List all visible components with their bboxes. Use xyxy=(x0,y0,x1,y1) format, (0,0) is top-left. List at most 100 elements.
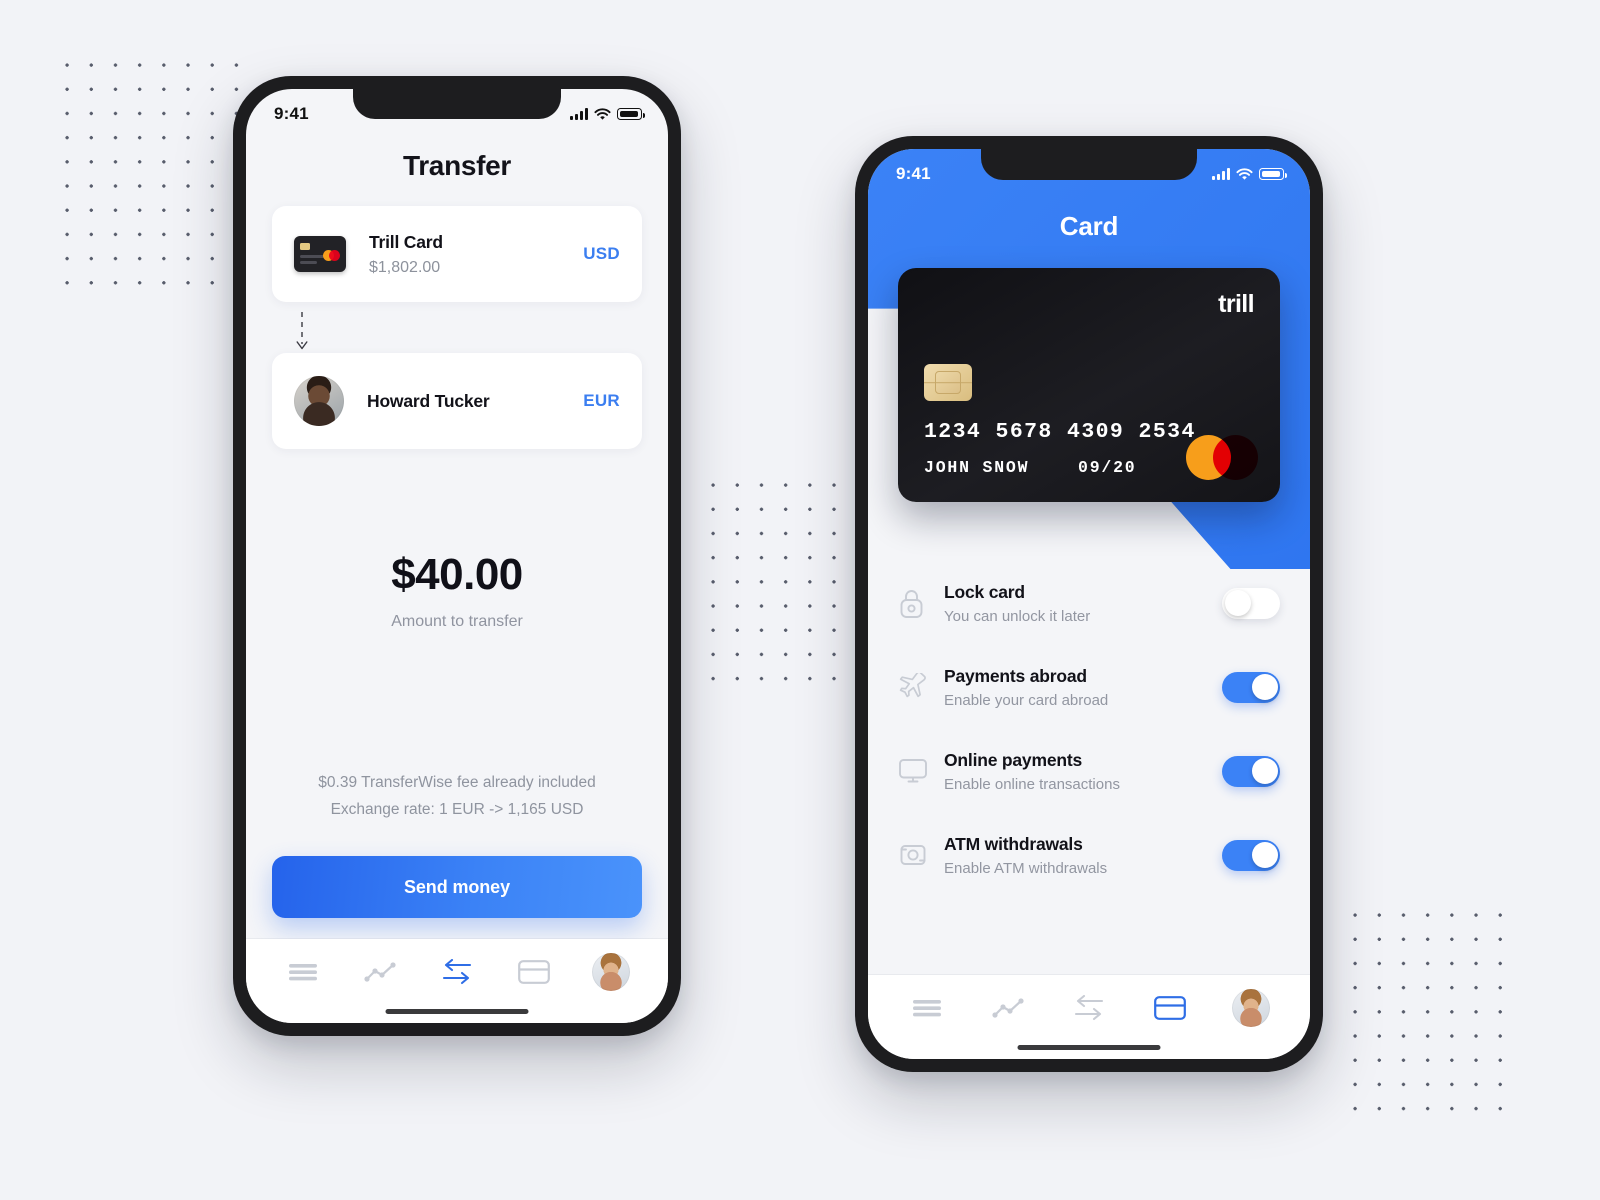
card-brand-logo: trill xyxy=(1218,290,1255,318)
background-dots-top-left xyxy=(52,50,248,294)
status-bar: 9:41 xyxy=(868,149,1310,193)
recipient-name: Howard Tucker xyxy=(367,390,490,411)
send-money-button[interactable]: Send money xyxy=(272,856,642,918)
setting-title: Online payments xyxy=(944,749,1083,770)
source-account-text: Trill Card $1,802.00 xyxy=(369,232,583,277)
setting-subtitle: Enable your card abroad xyxy=(944,691,1109,709)
toggle-knob xyxy=(1224,590,1251,616)
setting-text: Online payments Enable online transactio… xyxy=(944,750,1222,793)
mastercard-logo-small xyxy=(323,250,340,261)
transfer-direction-connector xyxy=(293,311,311,353)
toggle-knob xyxy=(1251,674,1278,700)
wifi-icon xyxy=(1236,167,1253,180)
tab-stats[interactable] xyxy=(356,952,404,992)
setting-subtitle: Enable online transactions xyxy=(944,775,1120,793)
transfer-amount-label: Amount to transfer xyxy=(391,613,523,630)
phone-card: 9:41 Card trill 1234 5678 4309 2534 JOHN… xyxy=(855,136,1323,1072)
atm-icon xyxy=(898,841,944,869)
mastercard-logo xyxy=(1186,435,1258,480)
setting-text: Lock card You can unlock it later xyxy=(944,582,1222,625)
battery-icon xyxy=(1259,168,1287,180)
recipient-row[interactable]: Howard Tucker EUR xyxy=(272,353,642,449)
hamburger-menu-icon xyxy=(912,1000,941,1017)
credit-card-thumbnail xyxy=(294,236,346,272)
battery-icon xyxy=(617,108,645,120)
cellular-bars-icon xyxy=(570,108,588,120)
tab-menu[interactable] xyxy=(903,988,951,1028)
setting-text: Payments abroad Enable your card abroad xyxy=(944,666,1222,709)
tab-transfer[interactable] xyxy=(1065,988,1113,1028)
fee-note-line-1: $0.39 TransferWise fee already included xyxy=(318,773,596,791)
toggle-lock-card[interactable] xyxy=(1222,587,1280,619)
transfer-amount[interactable]: $40.00 xyxy=(246,550,668,600)
lock-icon xyxy=(898,588,944,619)
setting-row-atm-withdrawals[interactable]: ATM withdrawals Enable ATM withdrawals xyxy=(868,813,1310,897)
page-title: Transfer xyxy=(402,150,512,181)
source-account-balance: $1,802.00 xyxy=(369,258,441,276)
source-account-name: Trill Card xyxy=(369,231,443,252)
toggle-knob xyxy=(1251,758,1278,784)
chip-shape xyxy=(300,243,310,250)
card-line-1 xyxy=(300,255,324,258)
setting-row-online-payments[interactable]: Online payments Enable online transactio… xyxy=(868,729,1310,813)
airplane-icon xyxy=(898,673,944,701)
dashed-down-arrow-icon xyxy=(296,312,308,350)
monitor-icon xyxy=(898,758,944,784)
home-indicator xyxy=(1017,1045,1161,1050)
hamburger-menu-icon xyxy=(288,964,317,981)
line-chart-icon xyxy=(364,962,396,982)
card-settings-list: Lock card You can unlock it later Paymen… xyxy=(868,561,1310,975)
toggle-knob xyxy=(1251,842,1278,868)
credit-card[interactable]: trill 1234 5678 4309 2534 JOHN SNOW 09/2… xyxy=(898,268,1280,502)
credit-card-icon xyxy=(1154,996,1187,1020)
source-account-row[interactable]: Trill Card $1,802.00 USD xyxy=(272,206,642,302)
toggle-atm-withdrawals[interactable] xyxy=(1222,839,1280,871)
status-time: 9:41 xyxy=(896,164,931,183)
fee-notes: $0.39 TransferWise fee already included … xyxy=(246,769,668,823)
line-chart-icon xyxy=(992,998,1024,1018)
toggle-online-payments[interactable] xyxy=(1222,755,1280,787)
profile-avatar-icon xyxy=(592,953,631,991)
toggle-payments-abroad[interactable] xyxy=(1222,671,1280,703)
tab-menu[interactable] xyxy=(279,952,327,992)
transfer-screen: 9:41 Transfer Trill Card $1,802.00 USD H… xyxy=(246,89,668,1023)
tab-card[interactable] xyxy=(1146,988,1194,1028)
exchange-rate-line: Exchange rate: 1 EUR -> 1,165 USD xyxy=(330,800,584,818)
setting-row-lock-card[interactable]: Lock card You can unlock it later xyxy=(868,561,1310,645)
tab-card[interactable] xyxy=(510,952,558,992)
page-title: Card xyxy=(1059,211,1119,241)
credit-card-icon xyxy=(518,960,551,984)
card-screen: 9:41 Card trill 1234 5678 4309 2534 JOHN… xyxy=(868,149,1310,1059)
recipient-currency[interactable]: EUR xyxy=(583,391,620,411)
card-holder-name: JOHN SNOW xyxy=(924,458,1030,477)
phone-transfer: 9:41 Transfer Trill Card $1,802.00 USD H… xyxy=(233,76,681,1036)
setting-title: ATM withdrawals xyxy=(944,833,1083,854)
cellular-bars-icon xyxy=(1212,168,1230,180)
status-bar: 9:41 xyxy=(246,89,668,133)
card-number: 1234 5678 4309 2534 xyxy=(924,420,1196,444)
transfer-arrows-icon xyxy=(442,959,472,985)
background-dots-center xyxy=(698,470,848,690)
tab-profile[interactable] xyxy=(587,952,635,992)
setting-title: Lock card xyxy=(944,581,1025,602)
status-time: 9:41 xyxy=(274,104,309,123)
setting-text: ATM withdrawals Enable ATM withdrawals xyxy=(944,834,1222,877)
setting-row-payments-abroad[interactable]: Payments abroad Enable your card abroad xyxy=(868,645,1310,729)
setting-subtitle: You can unlock it later xyxy=(944,607,1091,625)
home-indicator xyxy=(385,1009,529,1014)
background-dots-bottom-right xyxy=(1340,900,1522,1122)
card-line-2 xyxy=(300,261,317,264)
recipient-text: Howard Tucker xyxy=(367,391,583,412)
recipient-avatar xyxy=(294,376,344,426)
setting-subtitle: Enable ATM withdrawals xyxy=(944,859,1108,877)
tab-stats[interactable] xyxy=(984,988,1032,1028)
profile-avatar-icon xyxy=(1232,989,1271,1027)
transfer-arrows-icon xyxy=(1074,995,1104,1021)
source-currency[interactable]: USD xyxy=(583,244,620,264)
emv-chip-icon xyxy=(924,364,972,401)
card-expiry: 09/20 xyxy=(1078,458,1137,477)
tab-profile[interactable] xyxy=(1227,988,1275,1028)
wifi-icon xyxy=(594,107,611,120)
setting-title: Payments abroad xyxy=(944,665,1087,686)
tab-transfer[interactable] xyxy=(433,952,481,992)
